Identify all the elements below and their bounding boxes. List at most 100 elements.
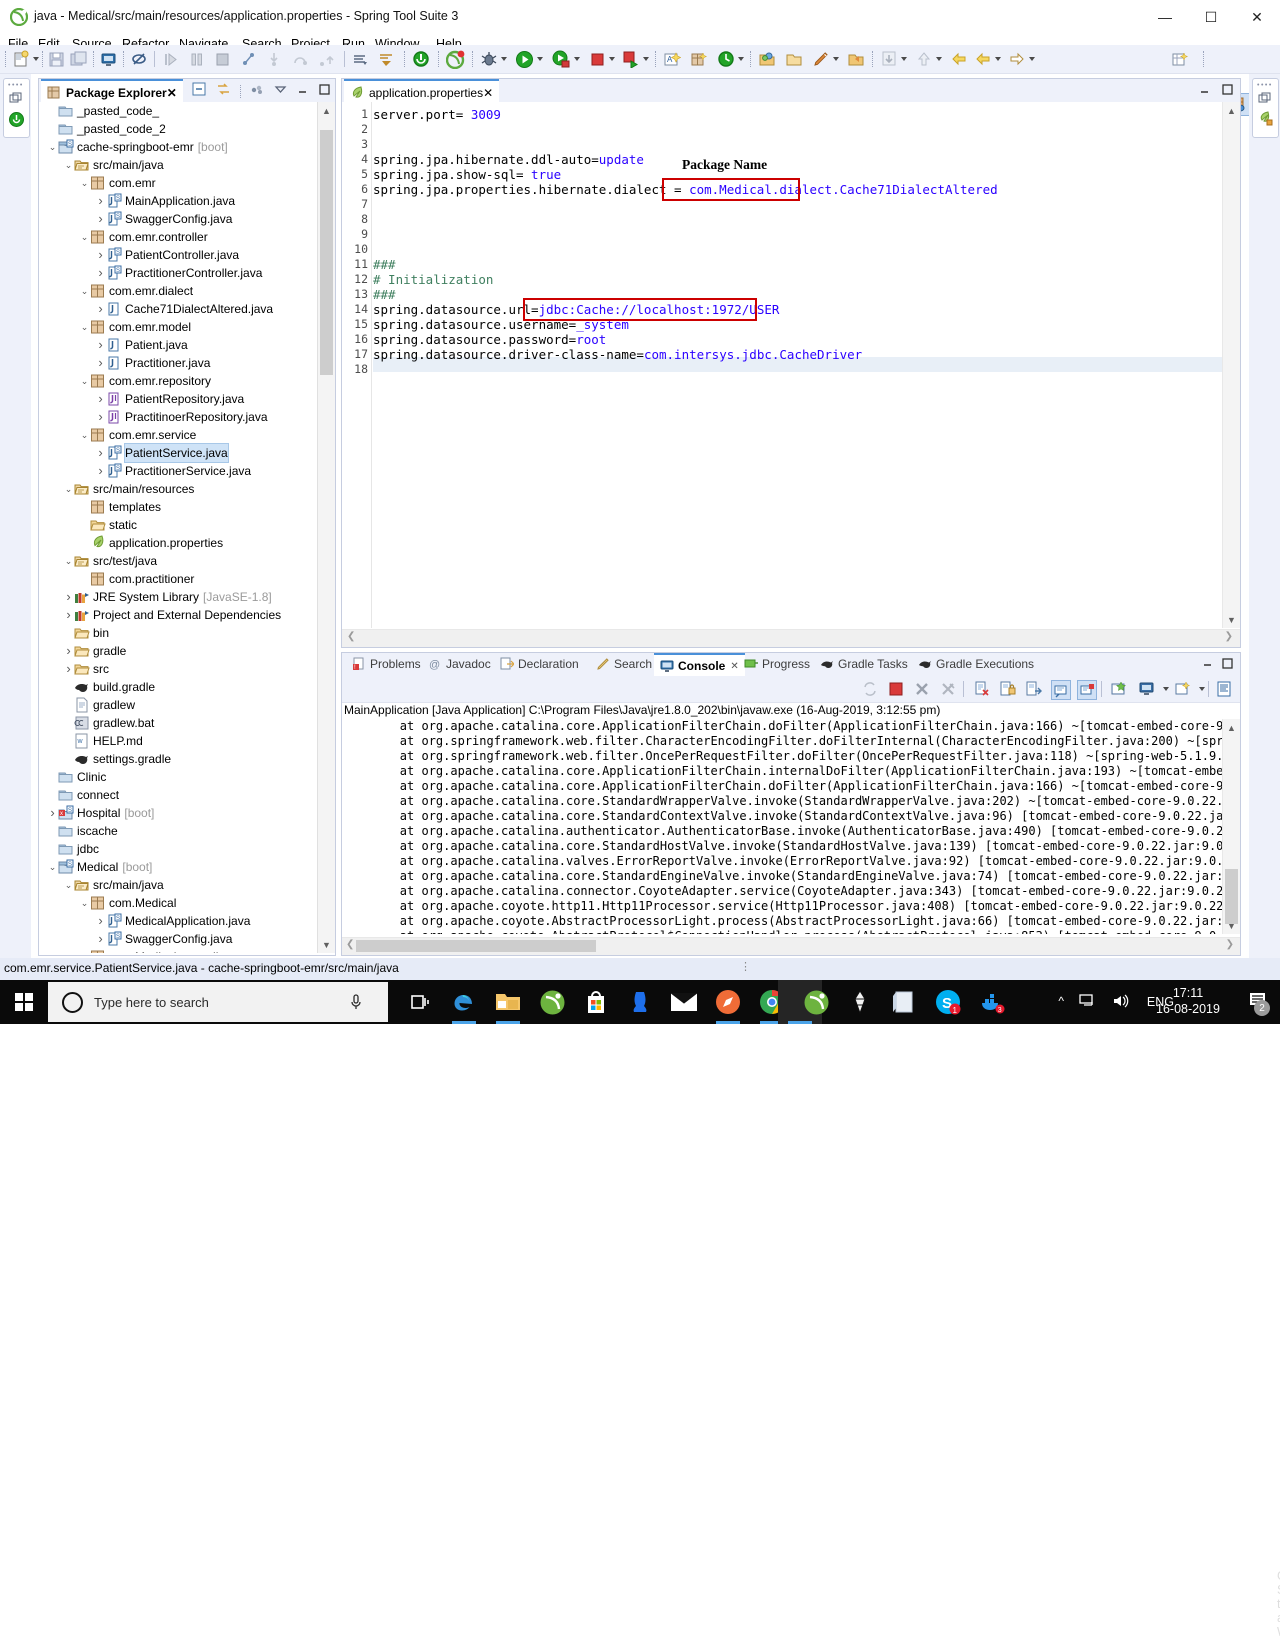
skype-icon[interactable]: S1 bbox=[932, 986, 964, 1018]
chevron-right-icon[interactable]: › bbox=[95, 912, 106, 930]
show-console-on-output-icon[interactable] bbox=[1025, 680, 1043, 698]
code-line[interactable]: ### bbox=[373, 257, 396, 272]
step-return-button[interactable] bbox=[318, 49, 335, 69]
tree-item-com-medical[interactable]: ⌄ com.Medical bbox=[39, 894, 317, 912]
tree-item-com-emr-service[interactable]: ⌄ com.emr.service bbox=[39, 426, 317, 444]
tree-item-patientrepository-java[interactable]: › PatientRepository.java bbox=[39, 390, 317, 408]
tree-item-gradlew-bat[interactable]: gradlew.bat bbox=[39, 714, 317, 732]
chevron-right-icon[interactable]: › bbox=[95, 354, 106, 372]
stop-button[interactable] bbox=[589, 49, 615, 69]
terminate-all-icon[interactable] bbox=[861, 680, 879, 698]
debug-button[interactable] bbox=[480, 49, 507, 69]
close-icon[interactable]: ✕ bbox=[483, 86, 493, 100]
new-package-button[interactable] bbox=[690, 49, 708, 69]
microphone-icon[interactable] bbox=[348, 992, 364, 1012]
code-line[interactable]: server.port= 3009 bbox=[373, 107, 501, 122]
tab-declaration[interactable]: Declaration bbox=[494, 653, 585, 675]
tree-item-com-emr[interactable]: ⌄ com.emr bbox=[39, 174, 317, 192]
tree-item-settings-gradle[interactable]: settings.gradle bbox=[39, 750, 317, 768]
scroll-up-icon[interactable]: ▲ bbox=[318, 102, 335, 119]
run-button[interactable] bbox=[515, 49, 543, 69]
chevron-down-icon[interactable]: ⌄ bbox=[79, 282, 90, 300]
chevron-right-icon[interactable]: › bbox=[95, 300, 106, 318]
spring-boot-app-button[interactable] bbox=[446, 49, 465, 69]
chevron-down-icon[interactable]: ⌄ bbox=[79, 372, 90, 390]
boot-dashboard-button[interactable] bbox=[100, 49, 117, 69]
chevron-right-icon[interactable]: › bbox=[95, 390, 106, 408]
collapse-all-icon[interactable] bbox=[192, 82, 207, 100]
tab-gradle-executions[interactable]: Gradle Executions bbox=[912, 653, 1040, 675]
open-console-icon[interactable] bbox=[1110, 680, 1128, 698]
chevron-right-icon[interactable]: › bbox=[47, 804, 58, 822]
back-arrow-icon[interactable] bbox=[950, 49, 968, 69]
link-with-editor-icon[interactable] bbox=[216, 82, 231, 100]
tree-item-help-md[interactable]: w HELP.md bbox=[39, 732, 317, 750]
forward-arrow-icon[interactable] bbox=[1008, 49, 1035, 69]
tree-item-gradle[interactable]: › gradle bbox=[39, 642, 317, 660]
select-console-icon[interactable] bbox=[1138, 680, 1156, 698]
tab-application-properties[interactable]: application.properties ✕ bbox=[344, 79, 500, 104]
step-over-button[interactable] bbox=[292, 49, 309, 69]
intellij-icon[interactable] bbox=[844, 986, 876, 1018]
open-resource-button[interactable] bbox=[785, 49, 803, 69]
minimize-icon[interactable] bbox=[296, 83, 309, 99]
outline-leaf-icon[interactable] bbox=[1257, 110, 1274, 130]
tree-item-medicalapplication-java[interactable]: › S MedicalApplication.java bbox=[39, 912, 317, 930]
step-into-button[interactable] bbox=[266, 49, 283, 69]
back-history-button[interactable] bbox=[915, 49, 942, 69]
tree-item-swaggerconfig-java[interactable]: › S SwaggerConfig.java bbox=[39, 930, 317, 948]
chevron-down-icon[interactable]: ⌄ bbox=[79, 426, 90, 444]
code-line[interactable]: ### bbox=[373, 287, 396, 302]
tree-item-com-emr-dialect[interactable]: ⌄ com.emr.dialect bbox=[39, 282, 317, 300]
chevron-down-icon[interactable]: ⌄ bbox=[63, 876, 74, 894]
tree-item-project-and-external-dependencies[interactable]: › Project and External Dependencies bbox=[39, 606, 317, 624]
tree-item-templates[interactable]: templates bbox=[39, 498, 317, 516]
open-type-button[interactable] bbox=[758, 49, 776, 69]
scrollbar-thumb[interactable] bbox=[1225, 869, 1238, 924]
microsoft-store-icon[interactable] bbox=[580, 986, 612, 1018]
code-line[interactable]: # Initialization bbox=[373, 272, 493, 287]
editor-text-area[interactable]: 1 2 3 4 5 6 7 8 9 10 11 12 13 14 15 16 17 18 server.port=… bbox=[342, 102, 1222, 628]
tab-progress[interactable]: Progress bbox=[738, 653, 816, 675]
last-edit-location-button[interactable] bbox=[847, 49, 865, 69]
tree-item-bin[interactable]: bin bbox=[39, 624, 317, 642]
tree-item-src-test-java[interactable]: ⌄ src/test/java bbox=[39, 552, 317, 570]
remove-all-launches-icon[interactable] bbox=[939, 680, 957, 698]
tree-item-com-medical-controller[interactable]: ⌄ com.Medical.controller bbox=[39, 948, 317, 953]
chevron-right-icon[interactable]: › bbox=[95, 210, 106, 228]
tree-item-jre-system-library[interactable]: › JRE System Library [JavaSE-1.8] bbox=[39, 588, 317, 606]
docker-icon[interactable]: 3 bbox=[976, 986, 1008, 1018]
tree-item-pasted-code[interactable]: _pasted_code_ bbox=[39, 102, 317, 120]
start-button[interactable] bbox=[0, 980, 48, 1024]
search-pen-button[interactable] bbox=[812, 49, 839, 69]
tree-item-com-emr-controller[interactable]: ⌄ com.emr.controller bbox=[39, 228, 317, 246]
tree-item-src-main-resources[interactable]: ⌄ src/main/resources bbox=[39, 480, 317, 498]
volume-icon[interactable] bbox=[1111, 992, 1129, 1013]
resume-button[interactable] bbox=[162, 49, 179, 69]
chevron-right-icon[interactable]: › bbox=[63, 642, 74, 660]
chevron-right-icon[interactable]: › bbox=[63, 588, 74, 606]
chevron-right-icon[interactable]: › bbox=[63, 660, 74, 678]
tree-item-src-main-java[interactable]: ⌄ src/main/java bbox=[39, 156, 317, 174]
tree-item-patientservice-java[interactable]: › S PatientService.java bbox=[39, 443, 317, 463]
chevron-right-icon[interactable]: › bbox=[95, 930, 106, 948]
scrollbar-thumb[interactable] bbox=[320, 130, 333, 375]
tree-item-com-emr-repository[interactable]: ⌄ com.emr.repository bbox=[39, 372, 317, 390]
tab-package-explorer[interactable]: Package Explorer ✕ bbox=[41, 79, 183, 104]
intersystems-icon[interactable] bbox=[624, 986, 656, 1018]
pin-console-icon[interactable] bbox=[1051, 680, 1071, 700]
tab-search[interactable]: Search bbox=[590, 653, 658, 675]
new-button[interactable] bbox=[12, 49, 39, 69]
tree-item-connect[interactable]: connect bbox=[39, 786, 317, 804]
relaunch-button[interactable] bbox=[622, 49, 649, 69]
tab-gradle-tasks[interactable]: Gradle Tasks bbox=[814, 653, 914, 675]
chevron-right-icon[interactable]: › bbox=[95, 192, 106, 210]
tree-item-com-practitioner[interactable]: com.practitioner bbox=[39, 570, 317, 588]
scroll-lock-icon[interactable] bbox=[999, 680, 1017, 698]
tree-item-iscache[interactable]: iscache bbox=[39, 822, 317, 840]
minimize-icon[interactable] bbox=[1198, 83, 1211, 99]
tree-item-practitioner-java[interactable]: › Practitioner.java bbox=[39, 354, 317, 372]
save-all-button[interactable] bbox=[70, 49, 87, 69]
chevron-down-icon[interactable]: ⌄ bbox=[79, 174, 90, 192]
chevron-right-icon[interactable]: › bbox=[95, 444, 106, 462]
